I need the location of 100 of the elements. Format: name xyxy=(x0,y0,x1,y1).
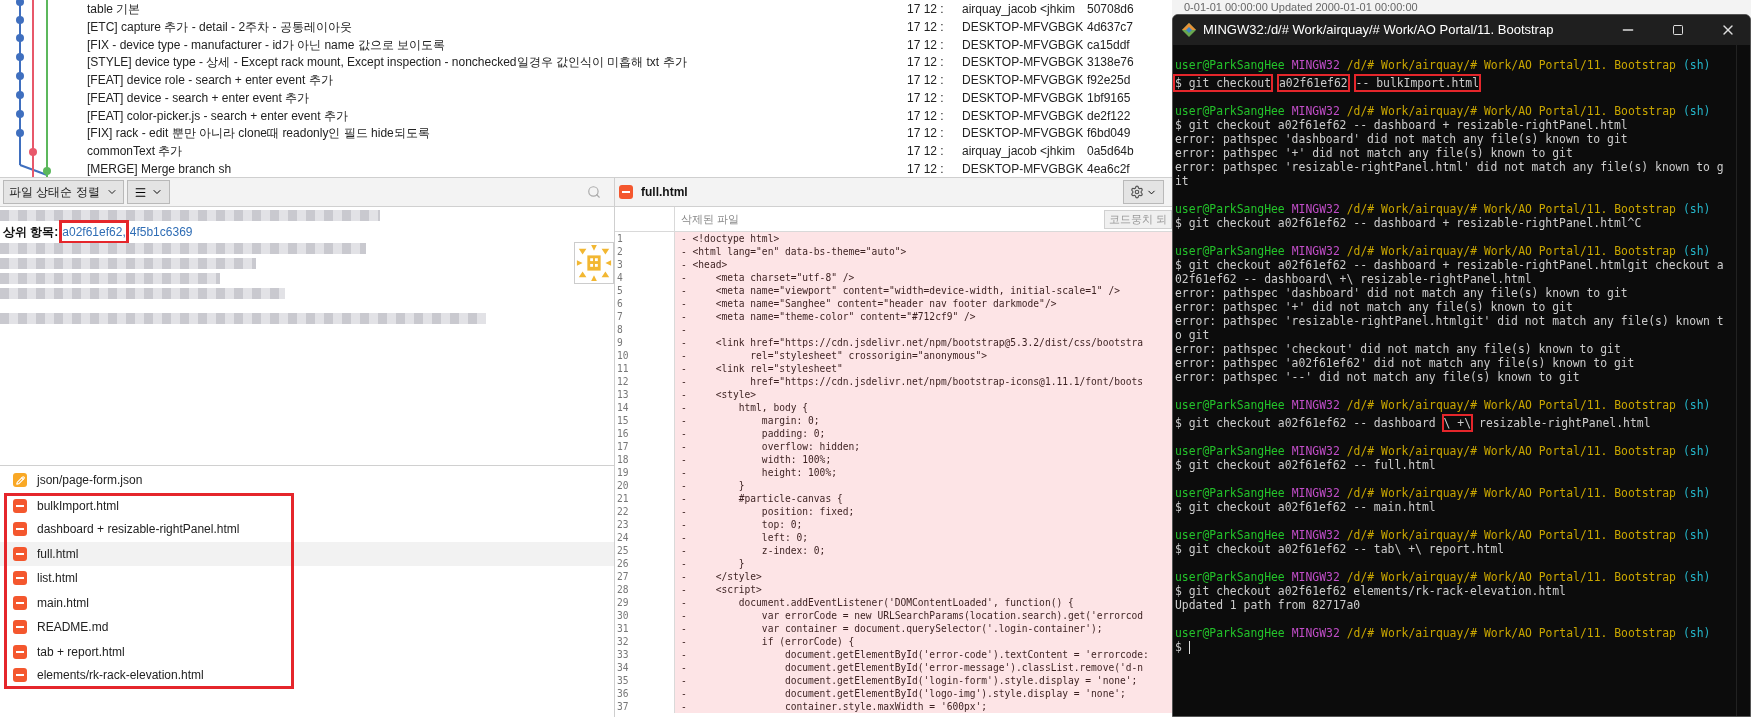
file-name: elements/rk-rack-elevation.html xyxy=(37,666,204,684)
prompt-text: /d/# Work/airquay/# Work/AO Portal/11. Bootstrap xyxy=(1346,202,1676,216)
removed-file-icon xyxy=(13,644,27,659)
prompt-text: (sh) xyxy=(1682,528,1711,542)
file-name: list.html xyxy=(37,570,78,588)
prompt-text: user@ParkSangHee xyxy=(1175,398,1285,412)
command-text: $ git checkout a02f61ef62 -- full.html xyxy=(1175,458,1436,472)
file-list-item[interactable]: README.md xyxy=(0,615,614,640)
prompt-text: /d/# Work/airquay/# Work/AO Portal/11. Bootstrap xyxy=(1346,570,1676,584)
prompt-text: /d/# Work/airquay/# Work/AO Portal/11. Bootstrap xyxy=(1346,486,1676,500)
output-text: error: pathspec 'dashboard' did not match any file(s) known to git xyxy=(1175,132,1628,146)
file-name: full.html xyxy=(37,545,79,563)
diff-subtitle: 삭제된 파일 xyxy=(681,211,740,227)
commit-author: DESKTOP-MFVGBGK xyxy=(962,107,1085,125)
file-list-item[interactable]: elements/rk-rack-elevation.html xyxy=(0,664,614,689)
command-text: $ git checkout a02f61ef62 -- main.html xyxy=(1175,500,1436,514)
prompt-text: MINGW32 xyxy=(1291,444,1340,458)
commit-date: 17 12 : xyxy=(907,143,945,161)
command-text: $ git checkout xyxy=(1175,76,1271,90)
file-list-item[interactable]: main.html xyxy=(0,590,614,615)
output-text: error: pathspec 'resizable-rightPanel.html' did not match any file(s) known to g xyxy=(1175,160,1724,174)
commit-link[interactable]: 4f5b1c6369 xyxy=(129,223,193,241)
commit-author: DESKTOP-MFVGBGK xyxy=(962,161,1085,177)
commit-hash: f92e25d xyxy=(1087,72,1131,90)
commit-hash: 1bf9165 xyxy=(1087,89,1131,107)
prompt-text: MINGW32 xyxy=(1291,528,1340,542)
removed-file-icon xyxy=(13,620,27,635)
commit-message: [FEAT] color-picker.js - search + enter event 추가 xyxy=(87,107,349,125)
commit-author: DESKTOP-MFVGBGK xyxy=(962,54,1085,72)
prompt-text: (sh) xyxy=(1682,104,1711,118)
view-mode-dropdown[interactable] xyxy=(126,180,170,204)
command-text: $ git checkout a02f61ef62 elements/rk-rack-elevation.html xyxy=(1175,584,1566,598)
command-text: $ git checkout a02f61ef62 -- dashboard + resizable-rightPanel.html xyxy=(1175,118,1628,132)
command-text: \ +\ xyxy=(1443,416,1472,430)
removed-file-icon xyxy=(13,667,27,682)
prompt-text: /d/# Work/airquay/# Work/AO Portal/11. Bootstrap xyxy=(1346,528,1676,542)
prompt-text: user@ParkSangHee xyxy=(1175,486,1285,500)
commit-hash: de2f122 xyxy=(1087,107,1131,125)
command-text: resizable-rightPanel.html xyxy=(1479,416,1651,430)
commit-author: DESKTOP-MFVGBGK xyxy=(962,89,1085,107)
prompt-text: /d/# Work/airquay/# Work/AO Portal/11. Bootstrap xyxy=(1346,444,1676,458)
file-name: README.md xyxy=(37,619,109,637)
file-list-item[interactable]: bulkImport.html xyxy=(0,492,614,517)
command-text: -- bulkImport.html xyxy=(1355,76,1480,90)
prompt-text: user@ParkSangHee xyxy=(1175,104,1285,118)
maximize-icon[interactable] xyxy=(1672,24,1684,36)
command-text: $ git checkout a02f61ef62 -- dashboard + resizable-rightPanel.html^C xyxy=(1175,216,1642,230)
output-text: o git xyxy=(1175,328,1210,342)
removed-file-icon xyxy=(13,499,27,514)
parents-label: 상위 항목: xyxy=(3,224,59,241)
prompt-text: MINGW32 xyxy=(1291,58,1340,72)
commit-date: 17 12 : xyxy=(907,125,945,143)
window-title: MINGW32:/d/# Work/airquay/# Work/AO Portal/11. Bootstrap xyxy=(1203,21,1554,40)
commit-link[interactable]: a02f61ef62, xyxy=(62,223,126,241)
file-list-item[interactable]: tab + report.html xyxy=(0,639,614,664)
prompt-text: (sh) xyxy=(1682,570,1711,584)
prompt-text: (sh) xyxy=(1682,626,1711,640)
file-list-item[interactable]: list.html xyxy=(0,566,614,591)
pencil-icon xyxy=(13,473,27,488)
prompt-symbol: $ xyxy=(1175,640,1182,654)
prompt-text: /d/# Work/airquay/# Work/AO Portal/11. Bootstrap xyxy=(1346,58,1676,72)
commit-hash: 4ea6c2f xyxy=(1087,161,1130,177)
command-text: $ git checkout a02f61ef62 -- tab\ +\ report.html xyxy=(1175,542,1505,556)
file-list-item[interactable]: json/page-form.json xyxy=(0,468,614,493)
commit-message: [ETC] capture 추가 - detail - 2주차 - 공통레이아웃 xyxy=(87,18,353,36)
removed-file-icon xyxy=(13,546,27,561)
prompt-text: user@ParkSangHee xyxy=(1175,444,1285,458)
removed-file-icon xyxy=(13,571,27,586)
output-text: error: pathspec '+' did not match any file(s) known to git xyxy=(1175,146,1573,160)
commit-message: [FIX] rack - edit 뿐만 아니라 clone때 readonly인 필드 hide되도록 xyxy=(87,125,431,143)
settings-dropdown[interactable] xyxy=(1123,180,1164,204)
commit-message: [MERGE] Merge branch sh xyxy=(87,161,233,177)
file-name: dashboard + resizable-rightPanel.html xyxy=(37,521,240,539)
command-text: 02f61ef62 -- dashboard\ +\ resizable-rightPanel.html xyxy=(1175,272,1532,286)
file-list-item[interactable]: full.html xyxy=(0,541,614,566)
output-text: error: pathspec 'dashboard' did not match any file(s) known to git xyxy=(1175,286,1628,300)
commit-author: DESKTOP-MFVGBGK xyxy=(962,125,1085,143)
commit-hash: 0a5d64b xyxy=(1087,143,1134,161)
output-text: error: pathspec 'a02f61ef62' did not match any file(s) known to git xyxy=(1175,356,1635,370)
prompt-text: user@ParkSangHee xyxy=(1175,570,1285,584)
commit-author: DESKTOP-MFVGBGK xyxy=(962,36,1085,54)
sort-dropdown[interactable]: 파일 상태순 정렬 xyxy=(3,180,124,204)
commit-author: DESKTOP-MFVGBGK xyxy=(962,72,1085,90)
commit-date: 17 12 : xyxy=(907,72,945,90)
prompt-text: (sh) xyxy=(1682,486,1711,500)
output-text: it xyxy=(1175,174,1189,188)
prompt-text: /d/# Work/airquay/# Work/AO Portal/11. Bootstrap xyxy=(1346,626,1676,640)
prompt-text: /d/# Work/airquay/# Work/AO Portal/11. Bootstrap xyxy=(1346,244,1676,258)
prompt-text: (sh) xyxy=(1682,58,1711,72)
prompt-text: user@ParkSangHee xyxy=(1175,202,1285,216)
commit-message: table 기본 xyxy=(87,0,142,18)
file-name: main.html xyxy=(37,594,89,612)
commit-author: airquay_jacob <jhkim xyxy=(962,143,1077,161)
text-cursor xyxy=(1188,640,1190,654)
commit-date: 17 12 : xyxy=(907,36,945,54)
file-name: bulkImport.html xyxy=(37,498,120,516)
commit-date: 17 12 : xyxy=(907,161,945,177)
command-text: a02f61ef62 xyxy=(1279,76,1348,90)
output-text: error: pathspec '+' did not match any file(s) known to git xyxy=(1175,300,1573,314)
settings-icon xyxy=(1130,185,1144,199)
